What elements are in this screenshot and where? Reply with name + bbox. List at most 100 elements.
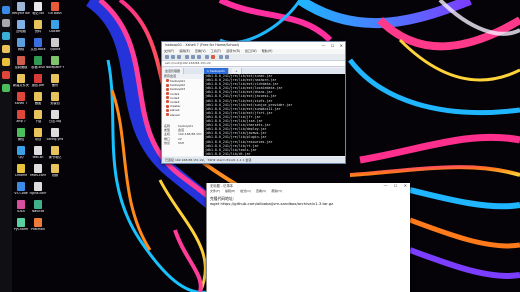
desktop-icon[interactable]: Docker — [48, 20, 62, 37]
file-icon — [51, 74, 59, 83]
desktop-icon[interactable]: 日志.log — [48, 110, 62, 127]
np-menu-view[interactable]: 查看(V) — [256, 189, 266, 193]
wechat-icon[interactable] — [2, 84, 10, 92]
menu-file[interactable]: 文件(F) — [164, 49, 174, 53]
desktop-icon-label: 资料 — [34, 30, 42, 33]
np-menu-format[interactable]: 格式(O) — [240, 189, 251, 193]
notepad-close-button[interactable]: ✕ — [404, 183, 407, 188]
desktop-icon[interactable]: 安装包 — [48, 92, 62, 109]
np-menu-edit[interactable]: 编辑(E) — [225, 189, 235, 193]
minimize-button[interactable]: — — [321, 43, 325, 48]
xshell-toolbar — [162, 54, 345, 61]
close-button[interactable]: ✕ — [340, 43, 343, 48]
property-row: 协议 SSH — [162, 141, 203, 145]
desktop-icon[interactable]: 下载 — [31, 110, 45, 127]
menu-tools[interactable]: 工具(T) — [211, 49, 222, 53]
file-icon — [17, 128, 25, 137]
search-icon[interactable] — [2, 19, 10, 27]
desktop-icon[interactable]: 笔记.txt — [31, 2, 45, 19]
desktop-icon[interactable]: Chrome — [14, 164, 28, 181]
file-icon — [17, 164, 25, 173]
taskbar — [0, 0, 12, 292]
desktop-icon[interactable]: Postman — [31, 218, 45, 235]
file-icon — [17, 20, 25, 29]
open-icon[interactable] — [171, 55, 175, 59]
file-icon — [17, 2, 25, 11]
address-bar[interactable]: ssh://root@192.168.88.151:22 — [162, 61, 345, 67]
desktop-icon[interactable]: 此电脑 — [14, 20, 28, 37]
desktop-icon[interactable]: 截图 — [31, 92, 45, 109]
desktop-icon[interactable]: 项目 — [31, 128, 45, 145]
desktop-icon[interactable]: 读书笔记 — [48, 146, 62, 163]
desktop-icon[interactable]: 新建文件夹 — [13, 74, 29, 91]
xshell-icon[interactable] — [2, 71, 10, 79]
desktop-icon[interactable]: PyCharm — [14, 218, 28, 235]
desktop-icon[interactable]: 视频 — [48, 164, 62, 181]
desktop-icon[interactable]: Recycle Bin — [12, 2, 30, 19]
desktop-icon[interactable]: IDEA — [14, 200, 28, 217]
xshell-window[interactable]: hadoop01 - Xshell 7 (Free for Home/Schoo… — [161, 41, 346, 164]
desktop-icon[interactable]: 微信 — [14, 128, 28, 145]
desktop-icon[interactable]: config.yml — [47, 128, 63, 145]
terminal-output[interactable]: jdk1.8.0_241/jre/lib/ext/sunec.jar jdk1.8… — [204, 74, 345, 156]
desktop-icon[interactable]: VS Code — [14, 182, 28, 199]
desktop-icon[interactable]: 表格.xlsx — [31, 56, 45, 73]
file-icon — [34, 92, 42, 101]
notepad-window[interactable]: 无标题 - 记事本 — ☐ ✕ 文件(F) 编辑(E) 格式(O) 查看(V) … — [206, 183, 410, 292]
desktop-icon[interactable]: Xftp 7 — [14, 110, 28, 127]
file-icon — [51, 92, 59, 101]
desktop-icon[interactable]: 报告.pdf — [31, 74, 45, 91]
session-manager-panel: 所有会话 hadoop01 hadoop02 hadoop03 node1 node2 n… — [162, 74, 204, 156]
explorer-icon[interactable] — [2, 45, 10, 53]
file-icon — [17, 146, 25, 155]
desktop-icon[interactable]: QQ — [14, 146, 28, 163]
menu-window[interactable]: 窗口(W) — [245, 49, 257, 53]
file-icon — [17, 38, 25, 47]
notepad-text-area[interactable]: 克隆代码地址： wget https://github.com/alibaba/… — [207, 194, 410, 208]
notepad-title-bar[interactable]: 无标题 - 记事本 — ☐ ✕ — [207, 183, 410, 189]
desktop-icon-label: Navicat — [31, 210, 45, 213]
menu-edit[interactable]: 编辑(E) — [179, 49, 190, 53]
file-icon — [34, 2, 42, 11]
maximize-button[interactable]: ☐ — [331, 43, 335, 48]
xshell-title-bar[interactable]: hadoop01 - Xshell 7 (Free for Home/Schoo… — [162, 42, 345, 49]
desktop-icon[interactable]: Xshell 7 — [14, 92, 28, 109]
np-menu-file[interactable]: 文件(F) — [210, 189, 220, 193]
menu-tabs[interactable]: 选项卡(B) — [226, 49, 240, 53]
fullscreen-icon[interactable] — [219, 55, 223, 59]
menu-view[interactable]: 查看(V) — [195, 49, 206, 53]
desktop-icon[interactable]: Navicat — [31, 200, 45, 217]
notepad-title: 无标题 - 记事本 — [210, 184, 234, 188]
desktop-icon[interactable]: Notepad++ — [46, 56, 64, 73]
paste-icon[interactable] — [191, 55, 195, 59]
new-session-icon[interactable] — [165, 55, 169, 59]
desktop-icon-label: 下载 — [34, 120, 42, 123]
desktop-icon[interactable]: redis.conf — [30, 164, 46, 181]
font-icon[interactable] — [225, 55, 229, 59]
chrome-icon[interactable] — [2, 58, 10, 66]
desktop-icon[interactable]: 资料 — [31, 20, 45, 37]
np-menu-help[interactable]: 帮助(H) — [271, 189, 282, 193]
file-icon — [51, 20, 59, 29]
desktop-icon[interactable]: 控制面板 — [14, 56, 28, 73]
print-icon[interactable] — [205, 55, 209, 59]
session-item[interactable]: slave2 — [162, 113, 203, 117]
start-icon[interactable] — [2, 6, 10, 14]
disconnect-icon[interactable] — [177, 55, 181, 59]
desktop-icon[interactable]: 文档.docx — [30, 38, 46, 55]
find-icon[interactable] — [197, 55, 201, 59]
edge-icon[interactable] — [2, 32, 10, 40]
desktop-icon[interactable]: test.sh — [31, 146, 45, 163]
desktop-icon[interactable]: nginx.conf — [30, 182, 46, 199]
desktop-icon-label: 日志.log — [48, 120, 62, 123]
file-icon — [34, 218, 42, 227]
notepad-maximize-button[interactable]: ☐ — [394, 183, 398, 188]
xftp-icon[interactable] — [211, 55, 215, 59]
notepad-minimize-button[interactable]: — — [383, 183, 387, 188]
desktop-icon[interactable]: Typora — [48, 38, 62, 55]
menu-help[interactable]: 帮助(H) — [262, 49, 273, 53]
desktop-icon[interactable]: 网络 — [14, 38, 28, 55]
desktop-icon[interactable]: Git Bash — [48, 2, 62, 19]
desktop-icon[interactable]: 备份 — [48, 74, 62, 91]
copy-icon[interactable] — [185, 55, 189, 59]
